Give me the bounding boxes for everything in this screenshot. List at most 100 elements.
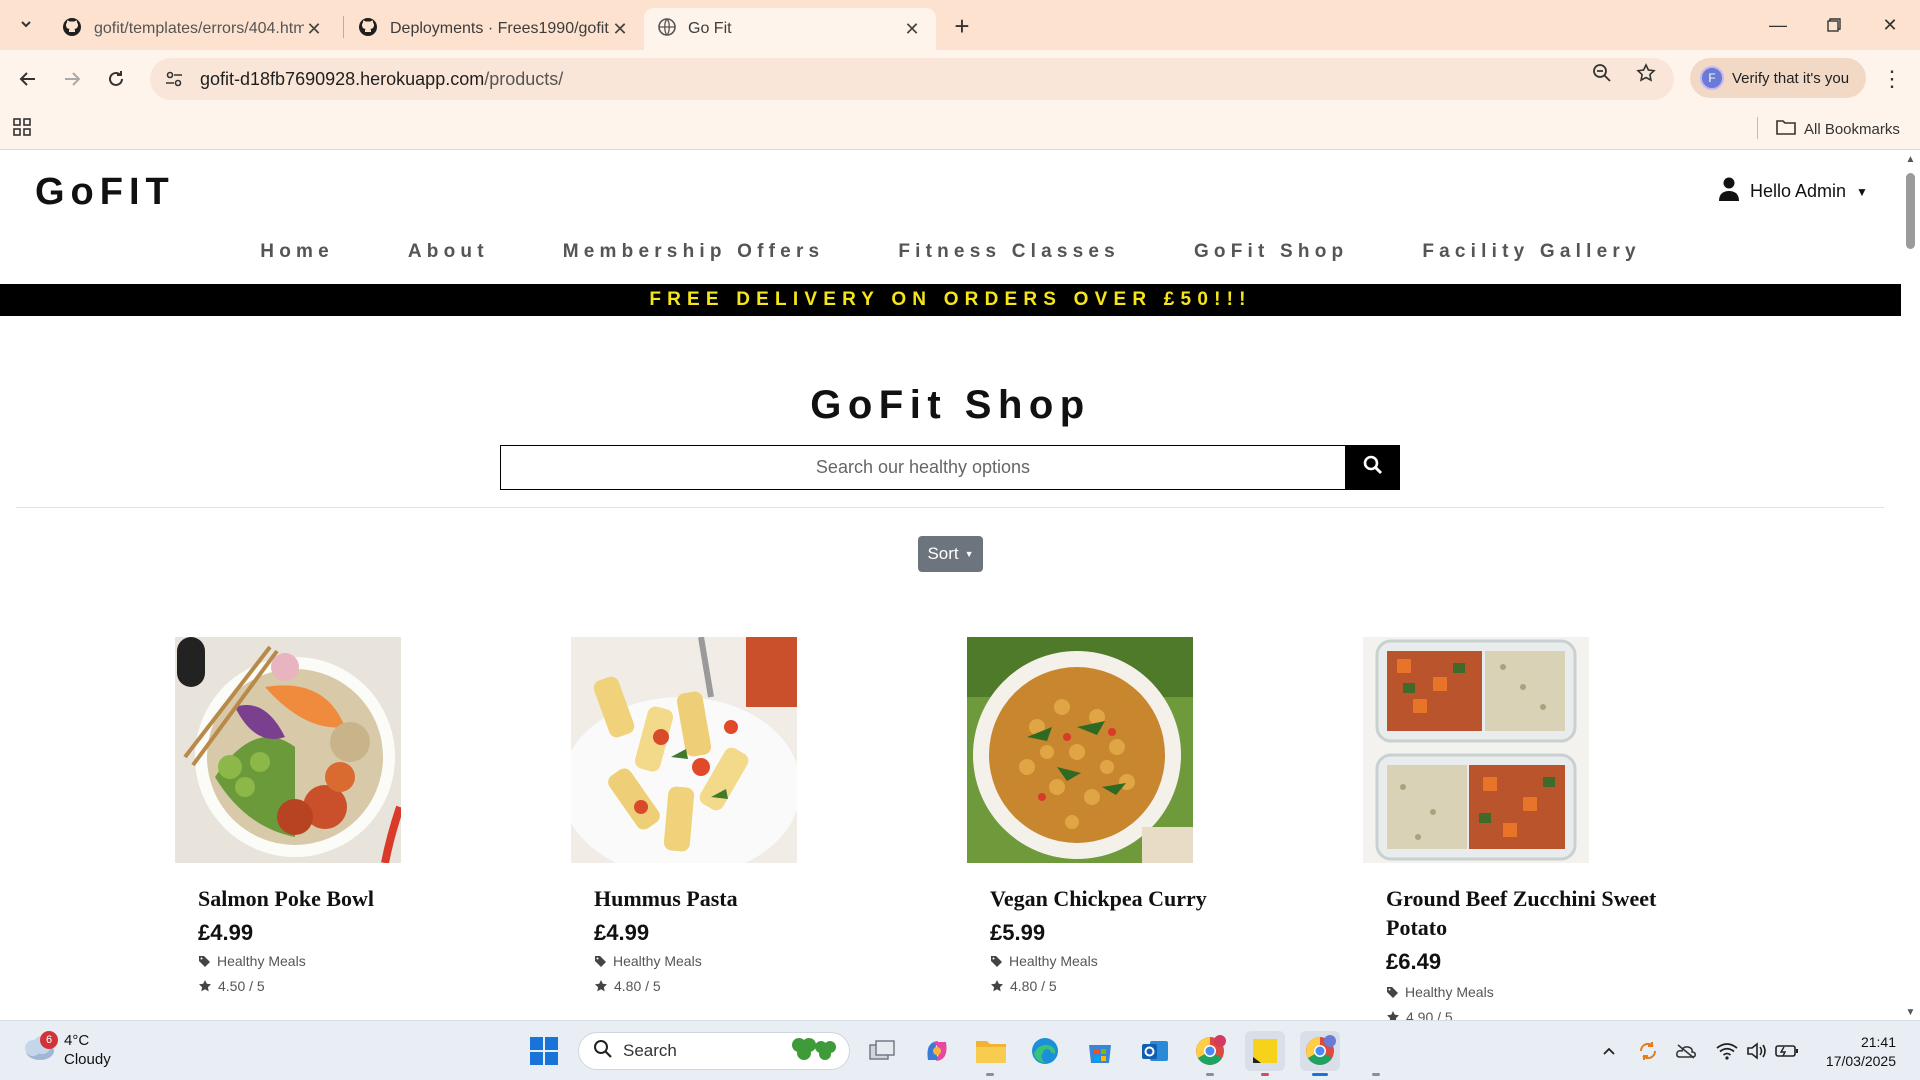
github-icon (358, 17, 378, 42)
page-viewport: GoFIT Hello Admin ▼ Home About Membershi… (0, 151, 1901, 1020)
site-logo[interactable]: GoFIT (35, 171, 175, 214)
product-image-salmon-poke-bowl[interactable] (175, 637, 401, 863)
nav-membership-offers[interactable]: Membership Offers (526, 241, 862, 263)
minimize-icon[interactable]: — (1758, 8, 1798, 42)
bookmarks-bar: All Bookmarks (0, 108, 1920, 150)
browser-toolbar: gofit-d18fb7690928.herokuapp.com/product… (0, 50, 1920, 108)
window-close-icon[interactable]: ✕ (1870, 8, 1910, 42)
product-category-link[interactable]: Healthy Meals (594, 953, 702, 969)
product-image-vegan-chickpea-curry[interactable] (967, 637, 1193, 863)
volume-icon[interactable] (1745, 1039, 1769, 1063)
chrome-profile-icon[interactable] (1190, 1031, 1230, 1071)
browser-tab-gofit[interactable]: Go Fit ✕ (644, 8, 936, 50)
battery-icon[interactable] (1775, 1039, 1799, 1063)
user-menu-dropdown[interactable]: Hello Admin ▼ (1718, 177, 1868, 206)
tab-title: Go Fit (688, 20, 732, 37)
close-icon[interactable]: ✕ (610, 19, 630, 39)
copilot-icon[interactable] (917, 1031, 957, 1071)
product-category: Healthy Meals (1009, 953, 1098, 969)
sticky-notes-icon[interactable] (1245, 1031, 1285, 1071)
nav-gofit-shop[interactable]: GoFit Shop (1157, 241, 1385, 263)
rating-value: 4.50 / 5 (218, 978, 265, 994)
site-settings-icon[interactable] (162, 67, 186, 91)
weather-desc: Cloudy (64, 1051, 111, 1068)
nav-facility-gallery[interactable]: Facility Gallery (1385, 241, 1677, 263)
tag-icon (1387, 986, 1398, 998)
search-input[interactable] (500, 445, 1345, 490)
task-view-icon[interactable] (862, 1031, 902, 1071)
windows-start-icon[interactable] (524, 1031, 564, 1071)
onedrive-offline-icon[interactable] (1674, 1039, 1698, 1063)
nav-about[interactable]: About (371, 241, 526, 263)
url-text: gofit-d18fb7690928.herokuapp.com/product… (200, 69, 563, 90)
product-name[interactable]: Ground Beef Zucchini Sweet Potato (1386, 884, 1706, 942)
bookmark-star-icon[interactable] (1632, 59, 1660, 87)
chrome-active-icon[interactable] (1300, 1031, 1340, 1071)
back-arrow-icon[interactable] (12, 63, 44, 95)
tab-search-chevron-icon[interactable] (12, 10, 40, 38)
product-image-ground-beef-zucchini-sweet-potato[interactable] (1363, 637, 1589, 863)
taskbar-search-box[interactable]: Search (578, 1032, 850, 1070)
file-explorer-icon[interactable] (971, 1031, 1011, 1071)
product-name[interactable]: Salmon Poke Bowl (198, 884, 518, 913)
running-indicator (986, 1073, 994, 1076)
running-indicator (1206, 1073, 1214, 1076)
star-icon (991, 980, 1003, 992)
new-tab-plus-icon[interactable]: + (948, 11, 976, 41)
taskbar-search-label: Search (623, 1041, 677, 1060)
url-host: gofit-d18fb7690928.herokuapp.com (200, 68, 485, 89)
all-bookmarks-button[interactable]: All Bookmarks (1776, 116, 1900, 142)
edge-browser-icon[interactable] (1025, 1031, 1065, 1071)
shamrock-icon (787, 1035, 839, 1068)
folder-icon (1776, 118, 1796, 140)
scroll-down-arrow-icon[interactable]: ▼ (1905, 1008, 1916, 1018)
system-clock[interactable]: 21:41 17/03/2025 (1816, 1033, 1896, 1071)
product-rating: 4.80 / 5 (990, 978, 1057, 994)
product-search-form (500, 445, 1400, 490)
nav-home[interactable]: Home (223, 241, 371, 263)
browser-tab-404[interactable]: gofit/templates/errors/404.html ✕ (48, 8, 338, 50)
product-image-hummus-pasta[interactable] (571, 637, 797, 863)
close-icon[interactable]: ✕ (304, 19, 324, 39)
sync-icon[interactable] (1636, 1039, 1660, 1063)
product-category-link[interactable]: Healthy Meals (1386, 984, 1494, 1000)
close-icon[interactable]: ✕ (902, 19, 922, 39)
caret-down-icon: ▼ (1856, 184, 1868, 199)
product-name[interactable]: Hummus Pasta (594, 884, 914, 913)
weather-widget[interactable]: 6 4°C Cloudy (20, 1031, 111, 1069)
apps-grid-icon[interactable] (12, 117, 36, 141)
product-name[interactable]: Vegan Chickpea Curry (990, 884, 1310, 913)
page-scrollbar[interactable]: ▲ ▼ (1901, 151, 1920, 1020)
search-button[interactable] (1345, 445, 1400, 490)
show-hidden-icons-chevron-icon[interactable] (1597, 1039, 1621, 1063)
running-indicator (1372, 1073, 1380, 1076)
address-bar[interactable]: gofit-d18fb7690928.herokuapp.com/product… (150, 58, 1674, 100)
product-category-link[interactable]: Healthy Meals (198, 953, 306, 969)
nav-fitness-classes[interactable]: Fitness Classes (861, 241, 1157, 263)
product-price: £4.99 (594, 920, 650, 945)
microsoft-store-icon[interactable] (1080, 1031, 1120, 1071)
reload-icon[interactable] (100, 63, 132, 95)
scroll-up-arrow-icon[interactable]: ▲ (1905, 155, 1916, 165)
browser-tabstrip: gofit/templates/errors/404.html ✕ Deploy… (0, 0, 1920, 50)
star-icon (595, 980, 607, 992)
verify-identity-button[interactable]: F Verify that it's you (1690, 58, 1866, 98)
outlook-icon[interactable] (1135, 1031, 1175, 1071)
delivery-banner: FREE DELIVERY ON ORDERS OVER £50!!! (0, 284, 1901, 316)
sort-label: Sort (927, 544, 959, 563)
product-price: £5.99 (990, 920, 1046, 945)
forward-arrow-icon[interactable] (56, 63, 88, 95)
star-icon (199, 980, 211, 992)
zoom-icon[interactable] (1588, 59, 1616, 87)
sort-dropdown-button[interactable]: Sort ▼ (918, 536, 983, 572)
user-greeting: Hello Admin (1750, 181, 1847, 201)
section-divider (16, 507, 1884, 508)
scrollbar-thumb[interactable] (1906, 173, 1915, 249)
browser-tab-deployments[interactable]: Deployments · Frees1990/gofit ✕ (344, 8, 644, 50)
wifi-icon[interactable] (1715, 1039, 1739, 1063)
restore-icon[interactable] (1814, 8, 1854, 42)
product-category-link[interactable]: Healthy Meals (990, 953, 1098, 969)
browser-menu-icon[interactable]: ⋮ (1880, 65, 1904, 93)
rating-value: 4.80 / 5 (1010, 978, 1057, 994)
running-indicator (1261, 1073, 1269, 1076)
